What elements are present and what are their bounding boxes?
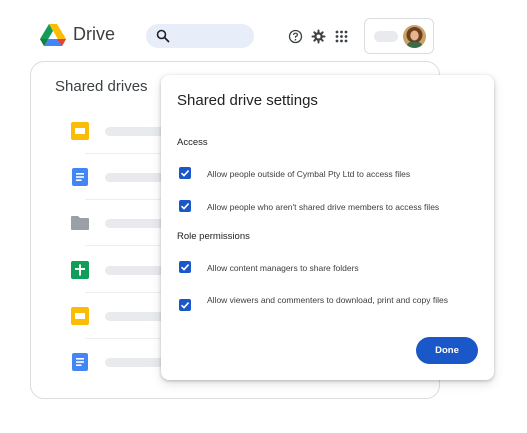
dialog-title: Shared drive settings <box>177 92 318 109</box>
check-icon <box>180 170 190 177</box>
setting-label: Allow content managers to share folders <box>207 263 359 273</box>
setting-label: Allow viewers and commenters to download… <box>207 295 448 305</box>
checkbox-allow-non-members-access[interactable] <box>179 200 191 212</box>
slides-icon <box>71 122 89 140</box>
checkbox-managers-share-folders[interactable] <box>179 261 191 273</box>
shared-drives-title: Shared drives <box>55 78 148 95</box>
search-icon[interactable] <box>156 29 170 43</box>
apps-icon[interactable] <box>334 29 349 44</box>
sheets-icon <box>71 261 89 279</box>
slides-icon <box>71 307 89 325</box>
folder-icon <box>71 216 89 230</box>
check-icon <box>180 203 190 210</box>
setting-label: Allow people outside of Cymbal Pty Ltd t… <box>207 169 411 179</box>
settings-icon[interactable] <box>311 29 326 44</box>
done-button[interactable]: Done <box>416 337 478 364</box>
role-permissions-section-label: Role permissions <box>177 231 250 242</box>
check-icon <box>180 302 190 309</box>
checkbox-viewers-download-print-copy[interactable] <box>179 299 191 311</box>
check-icon <box>180 264 190 271</box>
search-bar[interactable] <box>146 24 254 48</box>
access-section-label: Access <box>177 137 208 148</box>
checkbox-allow-outside-access[interactable] <box>179 167 191 179</box>
help-icon[interactable] <box>288 29 303 44</box>
account-switcher[interactable] <box>364 18 434 54</box>
shared-drive-settings-dialog: Shared drive settings Access Allow peopl… <box>161 75 494 380</box>
docs-icon <box>72 353 88 371</box>
app-name: Drive <box>73 24 116 44</box>
account-name-placeholder <box>374 31 398 42</box>
avatar[interactable] <box>403 25 426 48</box>
setting-label: Allow people who aren't shared drive mem… <box>207 202 440 212</box>
google-drive-logo <box>40 24 66 46</box>
docs-icon <box>72 168 88 186</box>
